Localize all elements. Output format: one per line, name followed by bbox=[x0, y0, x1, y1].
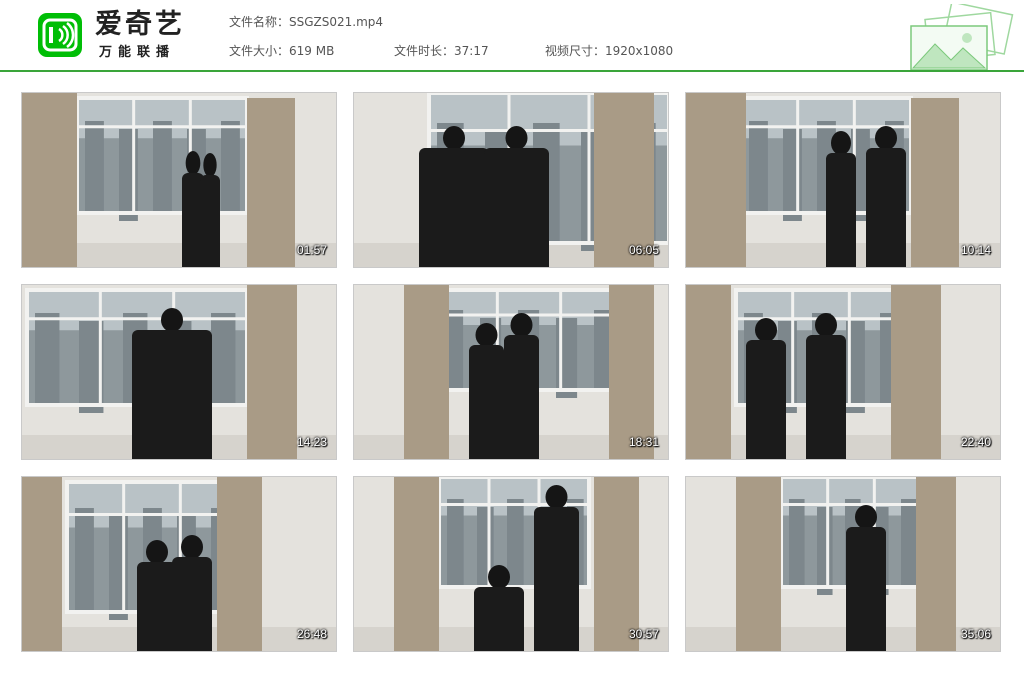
filename-info: 文件名称：SSGZS021.mp4 bbox=[229, 13, 383, 30]
filesize-value: 619 MB bbox=[289, 44, 335, 58]
thumbnail-frame-image bbox=[22, 285, 336, 459]
header-divider bbox=[0, 70, 1024, 72]
duration-label: 文件时长： bbox=[394, 44, 455, 58]
thumbnail-timestamp: 01:57 bbox=[296, 243, 327, 257]
thumbnail-timestamp: 22:40 bbox=[960, 435, 991, 449]
resolution-label: 视频尺寸： bbox=[545, 44, 606, 58]
thumbnail-frame-image bbox=[354, 477, 668, 651]
thumbnail-timestamp: 14:23 bbox=[296, 435, 327, 449]
video-thumbnail[interactable]: 14:23 bbox=[21, 284, 337, 460]
thumbnail-frame-image bbox=[354, 285, 668, 459]
filesize-info: 文件大小：619 MB bbox=[229, 42, 334, 59]
thumbnail-timestamp: 18:31 bbox=[628, 435, 659, 449]
resolution-value: 1920x1080 bbox=[605, 44, 674, 58]
video-thumbnail[interactable]: 01:57 bbox=[21, 92, 337, 268]
duration-value: 37:17 bbox=[454, 44, 489, 58]
video-thumbnail[interactable]: 30:57 bbox=[353, 476, 669, 652]
thumbnail-timestamp: 10:14 bbox=[960, 243, 991, 257]
video-thumbnail[interactable]: 06:05 bbox=[353, 92, 669, 268]
video-thumbnail[interactable]: 26:48 bbox=[21, 476, 337, 652]
video-thumbnail[interactable]: 18:31 bbox=[353, 284, 669, 460]
resolution-info: 视频尺寸：1920x1080 bbox=[545, 42, 673, 59]
duration-info: 文件时长：37:17 bbox=[394, 42, 489, 59]
thumbnail-frame-image bbox=[686, 285, 1000, 459]
filename-value: SSGZS021.mp4 bbox=[289, 15, 384, 29]
thumbnail-timestamp: 06:05 bbox=[628, 243, 659, 257]
thumbnail-frame-image bbox=[686, 93, 1000, 267]
thumbnail-timestamp: 30:57 bbox=[628, 627, 659, 641]
thumbnail-timestamp: 35:06 bbox=[960, 627, 991, 641]
video-thumbnail[interactable]: 10:14 bbox=[685, 92, 1001, 268]
thumbnail-frame-image bbox=[686, 477, 1000, 651]
thumbnail-timestamp: 26:48 bbox=[296, 627, 327, 641]
thumbnail-frame-image bbox=[354, 93, 668, 267]
brand-name: 爱奇艺 bbox=[95, 9, 185, 40]
video-thumbnail[interactable]: 35:06 bbox=[685, 476, 1001, 652]
header: 爱奇艺 万能联播 文件名称：SSGZS021.mp4 文件大小：619 MB 文… bbox=[0, 0, 1024, 72]
brand-slogan: 万能联播 bbox=[99, 45, 176, 60]
thumbnail-frame-image bbox=[22, 93, 336, 267]
filesize-label: 文件大小： bbox=[229, 44, 290, 58]
video-thumbnail[interactable]: 22:40 bbox=[685, 284, 1001, 460]
thumbnail-frame-image bbox=[22, 477, 336, 651]
filename-label: 文件名称： bbox=[229, 15, 290, 29]
iqiyi-logo-icon bbox=[37, 12, 83, 58]
photo-stack-icon bbox=[905, 1, 1015, 71]
